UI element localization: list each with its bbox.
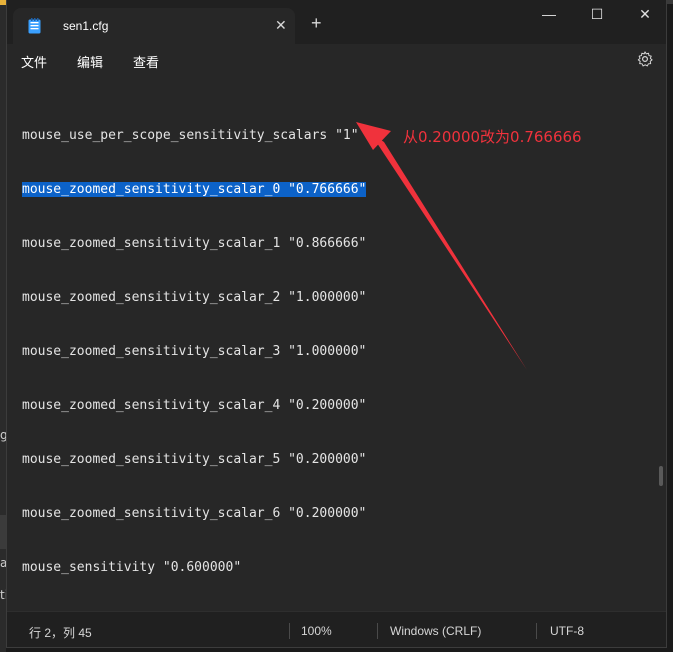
editor-lines: mouse_use_per_scope_sensitivity_scalars … (22, 91, 367, 613)
maximize-icon[interactable]: ☐ (577, 6, 617, 26)
status-divider (289, 623, 290, 639)
notepad-window: sen1.cfg ✕ + — ☐ ✕ 文件 编辑 查看 mouse_use_pe… (6, 0, 667, 648)
encoding[interactable]: UTF-8 (550, 624, 584, 638)
editor-line: mouse_sensitivity "0.600000" (22, 560, 242, 575)
tab-sen1-cfg[interactable]: sen1.cfg ✕ (13, 8, 295, 44)
status-divider (377, 623, 378, 639)
editor-line: mouse_zoomed_sensitivity_scalar_4 "0.200… (22, 398, 367, 413)
annotation-text: 从0.20000改为0.766666 (403, 128, 582, 146)
status-divider (536, 623, 537, 639)
cursor-position[interactable]: 行 2，列 45 (29, 624, 92, 641)
zoom-level[interactable]: 100% (301, 624, 332, 638)
editor-line: mouse_zoomed_sensitivity_scalar_5 "0.200… (22, 452, 367, 467)
gear-icon[interactable] (636, 50, 654, 68)
line-ending[interactable]: Windows (CRLF) (390, 624, 481, 638)
editor-line: mouse_use_per_scope_sensitivity_scalars … (22, 128, 359, 143)
tab-close-icon[interactable]: ✕ (275, 17, 287, 34)
editor-line: mouse_zoomed_sensitivity_scalar_3 "1.000… (22, 344, 367, 359)
new-tab-plus-icon[interactable]: + (311, 14, 322, 32)
editor-line: mouse_zoomed_sensitivity_scalar_2 "1.000… (22, 290, 367, 305)
editor-line-selected: mouse_zoomed_sensitivity_scalar_0 "0.766… (22, 182, 367, 197)
editor-line: mouse_zoomed_sensitivity_scalar_1 "0.866… (22, 236, 367, 251)
notepad-icon (28, 18, 41, 34)
title-bar[interactable]: sen1.cfg ✕ + — ☐ ✕ (7, 0, 666, 44)
tab-title: sen1.cfg (63, 19, 109, 33)
status-bar: 行 2，列 45 100% Windows (CRLF) UTF-8 (7, 611, 666, 647)
vertical-scrollbar[interactable] (659, 76, 664, 611)
scrollbar-thumb[interactable] (659, 466, 663, 486)
close-icon[interactable]: ✕ (625, 6, 665, 26)
menu-view[interactable]: 查看 (133, 52, 159, 71)
editor-line: mouse_zoomed_sensitivity_scalar_6 "0.200… (22, 506, 367, 521)
menu-file[interactable]: 文件 (21, 52, 47, 71)
text-editor[interactable]: mouse_use_per_scope_sensitivity_scalars … (7, 76, 666, 611)
menu-edit[interactable]: 编辑 (77, 52, 103, 71)
minimize-icon[interactable]: — (529, 6, 569, 26)
menu-bar: 文件 编辑 查看 (7, 44, 666, 76)
